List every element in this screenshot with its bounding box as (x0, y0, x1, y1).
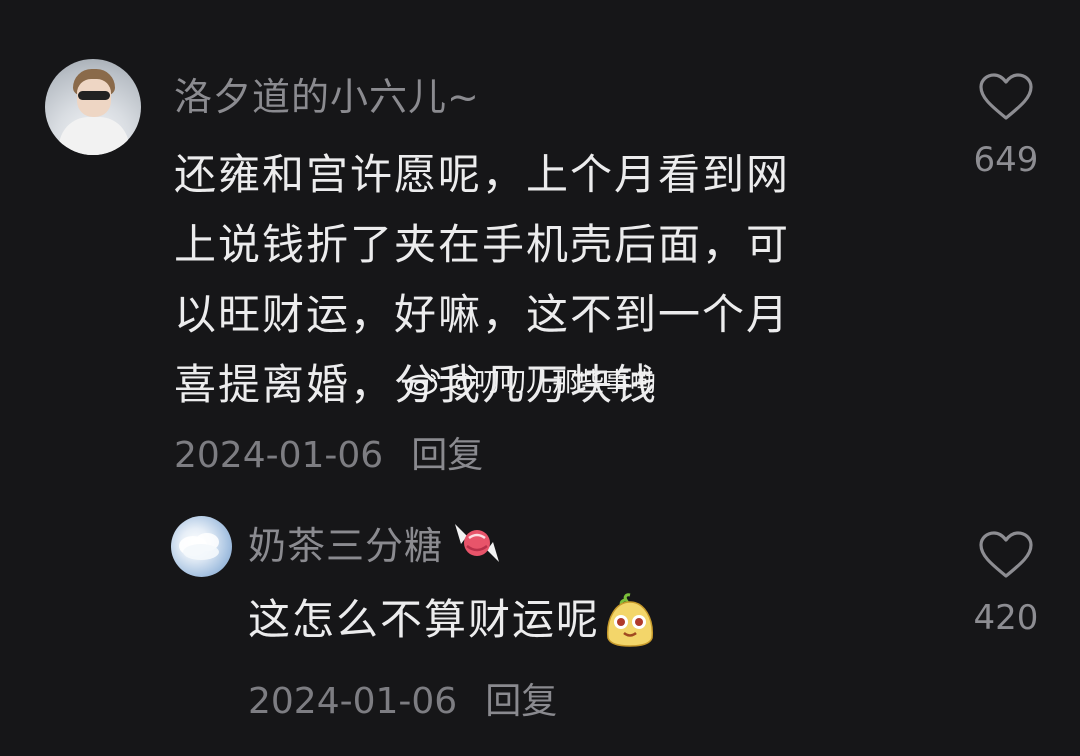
like-count: 420 (973, 598, 1039, 638)
comment-date: 2024-01-06 (174, 435, 384, 476)
comment-text-line: 还雍和宫许愿呢，上个月看到网 (174, 150, 791, 199)
like-count: 649 (973, 140, 1039, 180)
comment-text-line: 以旺财运，好嘛，这不到一个月 (174, 290, 791, 339)
comment-username[interactable]: 洛夕道的小六儿~ (174, 66, 480, 121)
comment-text-line: 这怎么不算财运呢 (248, 595, 601, 644)
comment-body: 这怎么不算财运呢 (248, 588, 658, 652)
avatar[interactable] (171, 516, 232, 577)
comment-username[interactable]: 奶茶三分糖 (248, 515, 443, 570)
watermark: @叨叨儿那些事嘞 (404, 362, 656, 399)
candy-emoji-icon (455, 523, 500, 562)
comment-date: 2024-01-06 (248, 681, 458, 722)
reply-button[interactable]: 回复 (411, 435, 483, 476)
heart-outline-icon[interactable] (978, 530, 1034, 580)
reply-button[interactable]: 回复 (485, 681, 557, 722)
comment-meta: 2024-01-06 回复 (174, 426, 483, 478)
watermark-text: @叨叨儿那些事嘞 (448, 368, 657, 398)
avatar[interactable] (45, 59, 141, 155)
weibo-logo-icon (404, 368, 441, 395)
heart-outline-icon[interactable] (978, 72, 1034, 122)
smiling-face-emoji-icon (607, 593, 653, 647)
comment-header: 奶茶三分糖 (248, 515, 507, 570)
comment-meta: 2024-01-06 回复 (248, 672, 557, 724)
comment-text-line: 上说钱折了夹在手机壳后面，可 (174, 220, 791, 269)
